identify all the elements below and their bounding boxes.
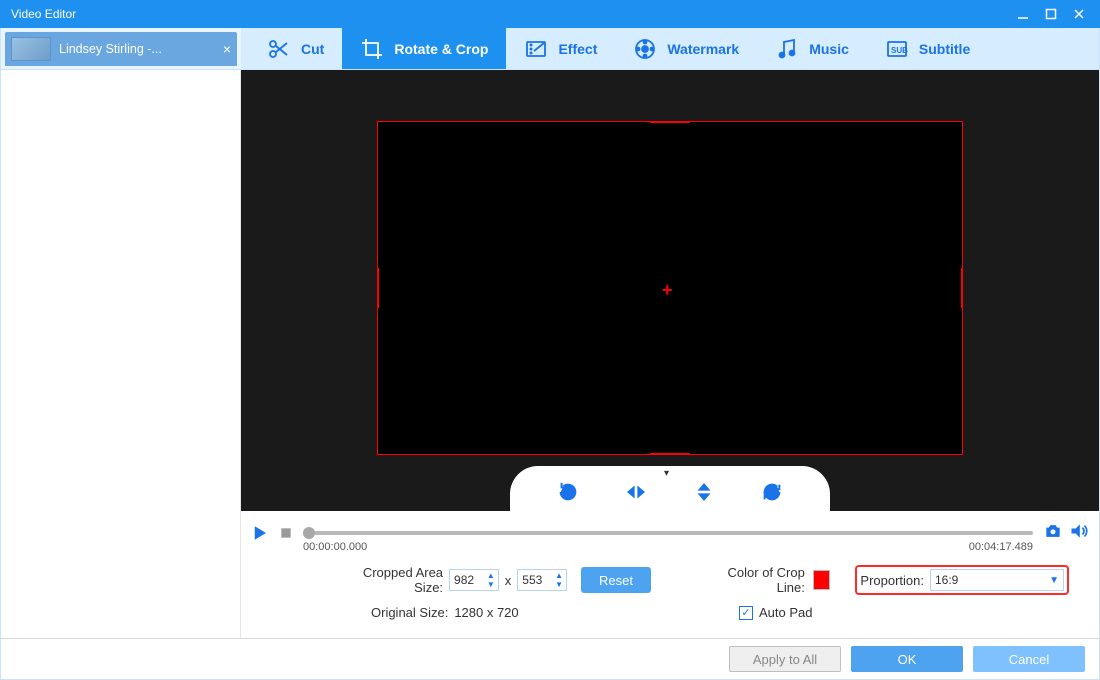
content-area: + ▾ [241,70,1099,638]
tab-rotate-crop[interactable]: Rotate & Crop [342,28,506,69]
tab-cut[interactable]: Cut [249,28,342,69]
stop-icon [279,526,293,540]
file-tab[interactable]: Lindsey Stirling -... × [5,32,237,66]
crop-height-input[interactable]: 553 ▲▼ [517,569,567,591]
tab-music-label: Music [809,41,849,57]
flip-horizontal-button[interactable] [620,476,652,508]
crop-rectangle[interactable]: + [377,121,963,455]
x-separator: x [505,573,512,588]
transform-pod: ▾ [510,466,830,512]
current-time: 00:00:00.000 [303,541,367,553]
maximize-icon [1045,8,1057,20]
width-spin-down[interactable]: ▼ [485,580,497,589]
close-icon [1073,8,1085,20]
preview-area: + ▾ [241,70,1099,511]
crop-width-input[interactable]: 982 ▲▼ [449,569,499,591]
title-bar: Video Editor [0,0,1100,28]
top-row: Lindsey Stirling -... × Cut Rotate & Cro… [0,28,1100,70]
original-size-value: 1280 x 720 [454,605,518,620]
crop-center-cross-icon: + [662,280,673,301]
file-thumbnail [11,37,51,61]
tab-subtitle[interactable]: SUB Subtitle [867,28,988,69]
crop-icon [360,37,384,61]
music-icon [775,37,799,61]
minimize-icon [1017,8,1029,20]
playback-right-controls [1043,521,1089,546]
watermark-icon [633,37,657,61]
tab-effect-label: Effect [558,41,597,57]
apply-to-all-button[interactable]: Apply to All [729,646,841,672]
dropdown-arrow-icon: ▼ [1049,575,1059,586]
cancel-button[interactable]: Cancel [973,646,1085,672]
tab-rotate-crop-label: Rotate & Crop [394,41,488,57]
tab-subtitle-label: Subtitle [919,41,970,57]
tab-effect[interactable]: Effect [506,28,615,69]
crop-handle-bottom[interactable] [650,453,690,455]
flip-vertical-button[interactable] [688,476,720,508]
color-label: Color of Crop Line: [721,565,805,595]
height-spin-down[interactable]: ▼ [553,580,565,589]
cropped-area-label: Cropped Area Size: [331,565,443,595]
rotate-button[interactable] [552,476,584,508]
crop-settings: Cropped Area Size: 982 ▲▼ x 553 ▲▼ Reset… [241,555,1099,638]
ok-button[interactable]: OK [851,646,963,672]
proportion-value: 16:9 [935,573,958,587]
refresh-icon [761,481,783,503]
crop-handle-top[interactable] [650,121,690,123]
height-spin-up[interactable]: ▲ [553,571,565,580]
tab-cut-label: Cut [301,41,324,57]
toolbar: Cut Rotate & Crop Effect Watermark Music… [241,28,1099,69]
play-button[interactable] [251,524,269,542]
volume-button[interactable] [1069,521,1089,546]
crop-line-color-swatch[interactable] [813,570,830,590]
total-time: 00:04:17.489 [969,541,1033,553]
proportion-label: Proportion: [860,573,924,588]
volume-icon [1069,521,1089,541]
flip-vertical-icon [693,481,715,503]
close-button[interactable] [1065,4,1093,24]
sidebar [1,70,241,638]
svg-text:SUB: SUB [891,46,908,55]
proportion-group-highlight: Proportion: 16:9 ▼ [855,565,1069,595]
auto-pad-label: Auto Pad [759,605,813,620]
reset-button[interactable]: Reset [581,567,651,593]
flip-horizontal-icon [625,481,647,503]
effect-icon [524,37,548,61]
crop-handle-left[interactable] [377,268,379,308]
timeline-slider[interactable]: 00:00:00.000 00:04:17.489 [303,531,1033,535]
stop-button[interactable] [279,526,293,540]
footer: Apply to All OK Cancel [0,638,1100,680]
minimize-button[interactable] [1009,4,1037,24]
timeline-thumb[interactable] [303,527,315,539]
rotate-icon [557,481,579,503]
camera-icon [1043,521,1063,541]
chevron-down-icon[interactable]: ▾ [664,468,669,479]
crop-height-value: 553 [522,573,542,587]
window-title: Video Editor [11,7,1009,21]
file-name: Lindsey Stirling -... [59,42,217,56]
proportion-select[interactable]: 16:9 ▼ [930,569,1064,591]
reset-rotation-button[interactable] [756,476,788,508]
tab-music[interactable]: Music [757,28,867,69]
file-tab-close-icon[interactable]: × [223,41,231,57]
main-area: + ▾ [0,70,1100,638]
tab-watermark[interactable]: Watermark [615,28,757,69]
subtitle-icon: SUB [885,37,909,61]
maximize-button[interactable] [1037,4,1065,24]
crop-width-value: 982 [454,573,474,587]
width-spin-up[interactable]: ▲ [485,571,497,580]
scissors-icon [267,37,291,61]
original-size-label: Original Size: [371,605,448,620]
timeline-track [303,531,1033,535]
playback-bar: 00:00:00.000 00:04:17.489 [241,511,1099,555]
crop-handle-right[interactable] [961,268,963,308]
tab-watermark-label: Watermark [667,41,739,57]
auto-pad-checkbox[interactable]: ✓ [739,606,753,620]
play-icon [251,524,269,542]
snapshot-button[interactable] [1043,521,1063,546]
file-tab-area: Lindsey Stirling -... × [1,28,241,69]
